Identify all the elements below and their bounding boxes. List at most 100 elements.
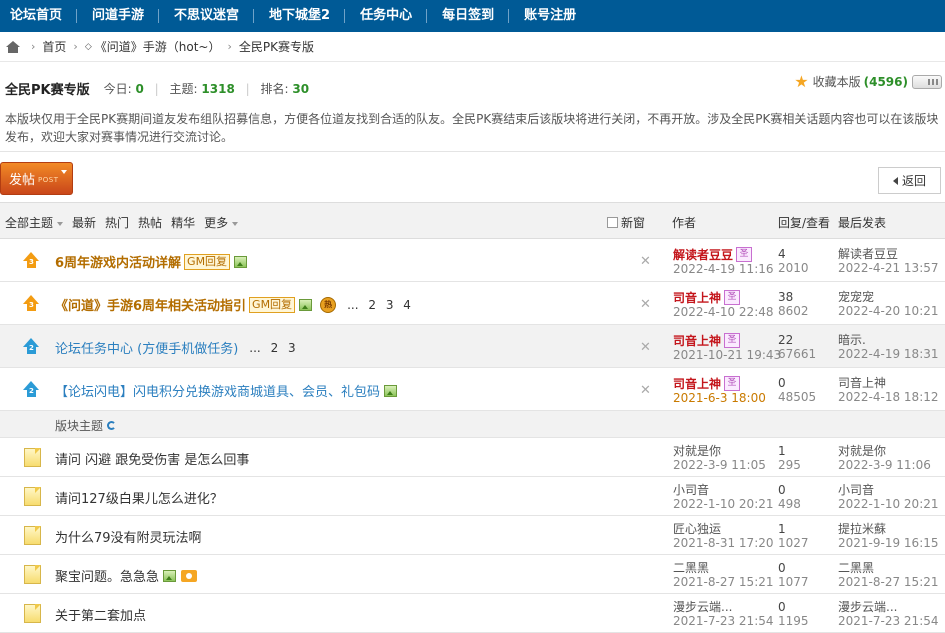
thread-row: 请问 闪避 跟免受伤害 是怎么回事 对就是你 2022-3-9 11:05 1 … bbox=[0, 438, 945, 477]
filter-all-topics[interactable]: 全部主题 bbox=[5, 214, 63, 231]
author-name[interactable]: 司音上神圣 bbox=[673, 290, 774, 305]
new-window-label[interactable]: 新窗 bbox=[621, 214, 645, 231]
last-post-date[interactable]: 2021-9-19 16:15 bbox=[838, 536, 939, 550]
last-post-author[interactable]: 解读者豆豆 bbox=[838, 247, 939, 261]
nav-wendao-mobile[interactable]: 问道手游 bbox=[77, 0, 160, 32]
last-post-date[interactable]: 2022-4-21 13:57 bbox=[838, 261, 939, 275]
thread-doc-icon[interactable] bbox=[24, 604, 41, 623]
page-link[interactable]: 3 bbox=[386, 298, 394, 312]
filter-hot[interactable]: 热门 bbox=[105, 214, 129, 231]
sticky-thread-row: 3 《问道》手游6周年相关活动指引 GM回复 热 ... 2 3 4 ✕ 司音上… bbox=[0, 282, 945, 325]
thread-title-link[interactable]: 关于第二套加点 bbox=[55, 605, 146, 624]
breadcrumb-home[interactable]: 首页 bbox=[42, 38, 66, 55]
sticky-arrow-icon[interactable]: 3 bbox=[23, 295, 40, 312]
last-post-author[interactable]: 小司音 bbox=[838, 483, 939, 497]
nav-maze[interactable]: 不思议迷宫 bbox=[159, 0, 255, 32]
thread-title-link[interactable]: 请问 闪避 跟免受伤害 是怎么回事 bbox=[55, 449, 249, 468]
close-icon[interactable]: ✕ bbox=[640, 383, 651, 398]
author-name[interactable]: 解读者豆豆圣 bbox=[673, 247, 774, 262]
thread-doc-icon[interactable] bbox=[24, 526, 41, 545]
last-post-author[interactable]: 暗示. bbox=[838, 333, 939, 347]
column-last-post[interactable]: 最后发表 bbox=[838, 214, 886, 231]
author-name[interactable]: 司音上神圣 bbox=[673, 376, 766, 391]
thread-pages: ... 2 3 4 bbox=[341, 298, 411, 312]
last-post-author[interactable]: 漫步云端... bbox=[838, 600, 939, 614]
home-icon[interactable] bbox=[6, 40, 20, 53]
filter-hot-posts[interactable]: 热帖 bbox=[138, 214, 162, 231]
today-value: 0 bbox=[135, 81, 144, 96]
nav-task-center[interactable]: 任务中心 bbox=[345, 0, 428, 32]
last-post-author[interactable]: 提拉米蘇 bbox=[838, 522, 939, 536]
medal-badge-icon: 圣 bbox=[736, 247, 753, 262]
breadcrumb-current[interactable]: 全民PK赛专版 bbox=[239, 38, 314, 55]
thread-title-link[interactable]: 《问道》手游6周年相关活动指引 bbox=[55, 295, 246, 314]
nav-register[interactable]: 账号注册 bbox=[509, 0, 591, 32]
last-post-date[interactable]: 2021-7-23 21:54 bbox=[838, 614, 939, 628]
thread-doc-icon[interactable] bbox=[24, 565, 41, 584]
page-link[interactable]: 2 bbox=[368, 298, 376, 312]
reply-view-counts: 0 498 bbox=[778, 483, 801, 511]
sticky-arrow-icon[interactable]: 3 bbox=[23, 252, 40, 269]
thread-title-link[interactable]: 【论坛闪电】闪电积分兑换游戏商城道具、会员、礼包码 bbox=[55, 381, 380, 400]
forum-threads-section: 版块主题 bbox=[0, 411, 945, 438]
thread-title-link[interactable]: 6周年游戏内活动详解 bbox=[55, 252, 181, 271]
author-name[interactable]: 二黑黑 bbox=[673, 561, 774, 575]
refresh-icon[interactable] bbox=[107, 421, 117, 430]
filter-more[interactable]: 更多 bbox=[204, 214, 238, 231]
sticky-arrow-icon[interactable]: 2 bbox=[23, 381, 40, 398]
image-attachment-icon bbox=[384, 384, 398, 397]
star-icon[interactable]: ★ bbox=[794, 72, 808, 91]
gm-reply-tag: GM回复 bbox=[184, 253, 231, 270]
new-window-option[interactable]: 新窗 bbox=[607, 214, 645, 231]
author-name[interactable]: 司音上神圣 bbox=[673, 333, 781, 348]
new-window-checkbox[interactable] bbox=[607, 217, 618, 228]
page-link[interactable]: 4 bbox=[403, 298, 411, 312]
thread-doc-icon[interactable] bbox=[24, 487, 41, 506]
last-post-date[interactable]: 2022-4-18 18:12 bbox=[838, 390, 939, 404]
thread-doc-icon[interactable] bbox=[24, 448, 41, 467]
reply-count: 38 bbox=[778, 290, 794, 304]
nav-castle2[interactable]: 地下城堡2 bbox=[254, 0, 346, 32]
forum-description: 本版块仅用于全民PK赛期间道友发布组队招募信息，方便各位道友找到合适的队友。全民… bbox=[0, 106, 945, 152]
last-post-author[interactable]: 对就是你 bbox=[838, 444, 931, 458]
thread-author: 司音上神圣 2021-6-3 18:00 bbox=[673, 376, 766, 405]
thread-title-link[interactable]: 聚宝问题。急急急 bbox=[55, 566, 159, 585]
favorite-label[interactable]: 收藏本版 bbox=[813, 73, 861, 90]
thread-title-link[interactable]: 为什么79没有附灵玩法啊 bbox=[55, 527, 202, 546]
last-post-author[interactable]: 宠宠宠 bbox=[838, 290, 939, 304]
close-icon[interactable]: ✕ bbox=[640, 254, 651, 269]
sticky-arrow-icon[interactable]: 2 bbox=[23, 338, 40, 355]
nav-forum-home[interactable]: 论坛首页 bbox=[0, 0, 78, 32]
thread-title-link[interactable]: 请问127级白果儿怎么进化？ bbox=[55, 488, 223, 507]
page-link[interactable]: 2 bbox=[271, 341, 279, 355]
close-icon[interactable]: ✕ bbox=[640, 297, 651, 312]
favorite-forum[interactable]: ★ 收藏本版 (4596) bbox=[794, 72, 942, 91]
filter-digest[interactable]: 精华 bbox=[171, 214, 195, 231]
author-name[interactable]: 漫步云端... bbox=[673, 600, 774, 614]
back-button[interactable]: 返回 bbox=[878, 167, 941, 194]
nav-daily-signin[interactable]: 每日签到 bbox=[427, 0, 510, 32]
last-post-date[interactable]: 2022-4-20 10:21 bbox=[838, 304, 939, 318]
view-count: 1077 bbox=[778, 575, 809, 589]
author-name[interactable]: 匠心独运 bbox=[673, 522, 774, 536]
last-post: 解读者豆豆 2022-4-21 13:57 bbox=[838, 247, 939, 275]
last-post-date[interactable]: 2022-3-9 11:06 bbox=[838, 458, 931, 472]
view-count: 2010 bbox=[778, 261, 809, 275]
close-icon[interactable]: ✕ bbox=[640, 340, 651, 355]
author-name[interactable]: 小司音 bbox=[673, 483, 774, 497]
last-post-date[interactable]: 2022-4-19 18:31 bbox=[838, 347, 939, 361]
new-post-button[interactable]: 发帖 POST bbox=[0, 162, 73, 195]
last-post-author[interactable]: 司音上神 bbox=[838, 376, 939, 390]
stats-divider: | bbox=[245, 81, 250, 96]
layout-toggle-icon[interactable] bbox=[912, 74, 942, 89]
breadcrumb-parent[interactable]: 《问道》手游（hot~） bbox=[95, 38, 221, 55]
page-link[interactable]: 3 bbox=[288, 341, 296, 355]
thread-list-header: 全部主题 最新 热门 热帖 精华 更多 新窗 作者 回复/查看 最后发表 bbox=[0, 202, 945, 239]
filter-latest[interactable]: 最新 bbox=[72, 214, 96, 231]
last-post-author[interactable]: 二黑黑 bbox=[838, 561, 939, 575]
last-post-date[interactable]: 2021-8-27 15:21 bbox=[838, 575, 939, 589]
last-post-date[interactable]: 2022-1-10 20:21 bbox=[838, 497, 939, 511]
post-date: 2022-4-10 22:48 bbox=[673, 305, 774, 319]
thread-title-link[interactable]: 论坛任务中心 (方便手机做任务) bbox=[55, 338, 238, 357]
author-name[interactable]: 对就是你 bbox=[673, 444, 766, 458]
